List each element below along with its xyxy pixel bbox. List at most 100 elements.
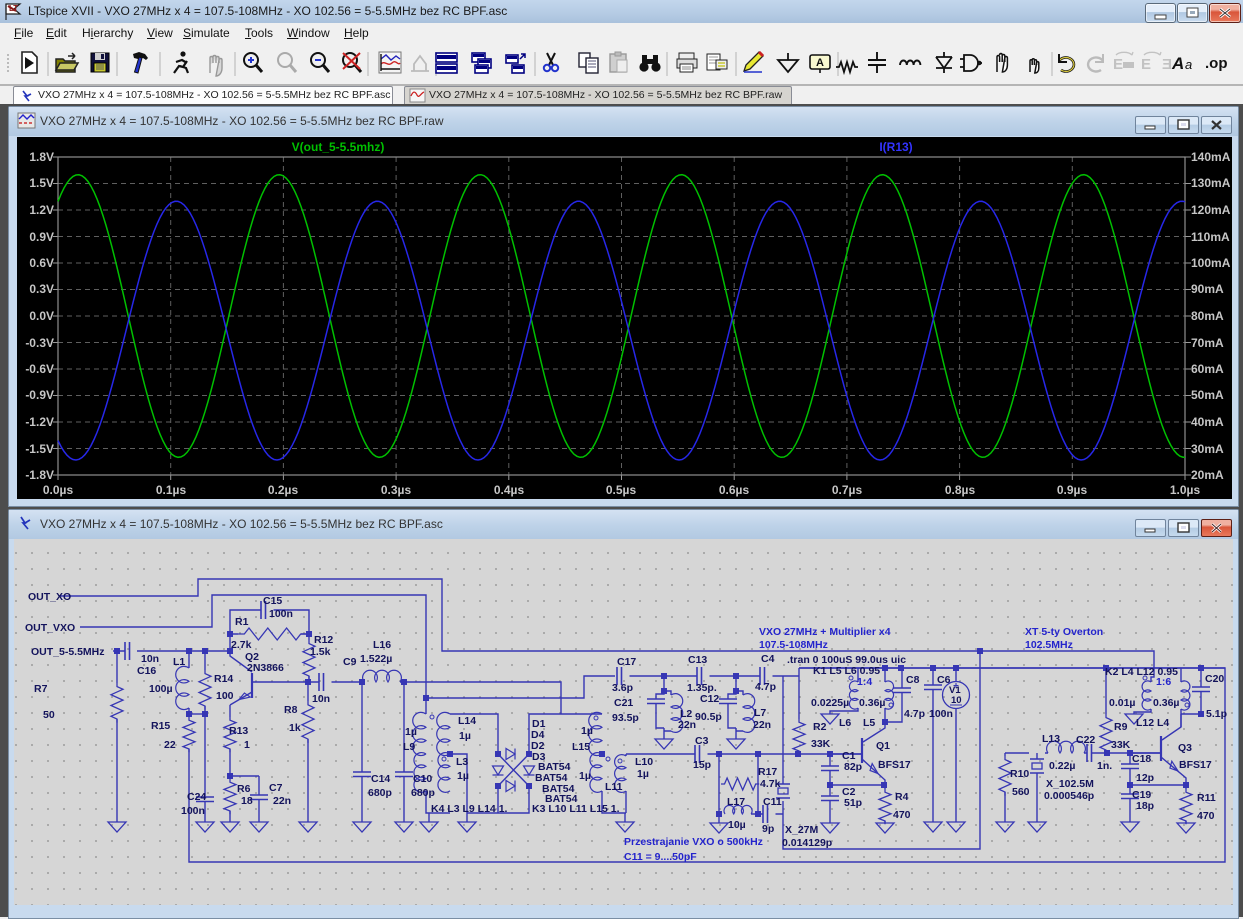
svg-text:100n: 100n [181, 805, 205, 817]
svg-text:C12: C12 [700, 693, 719, 705]
svg-text:L3: L3 [456, 756, 468, 768]
svg-text:K3 L10 L11 L15 1.: K3 L10 L11 L15 1. [532, 803, 620, 815]
svg-text:R12: R12 [314, 634, 333, 646]
svg-text:-0.3V: -0.3V [25, 336, 54, 350]
svg-text:90mA: 90mA [1191, 282, 1224, 296]
svg-text:C9: C9 [343, 656, 357, 668]
svg-text:OUT_XO: OUT_XO [28, 591, 71, 603]
svg-text:R10: R10 [1010, 768, 1029, 780]
svg-text:22n: 22n [678, 719, 696, 731]
svg-text:L1: L1 [173, 656, 185, 668]
svg-text:107.5-108MHz: 107.5-108MHz [759, 639, 828, 651]
svg-text:4.7p: 4.7p [755, 681, 776, 693]
svg-text:C24: C24 [187, 791, 206, 803]
svg-text:BFS17: BFS17 [1179, 759, 1212, 771]
svg-text:1.5k: 1.5k [310, 646, 331, 658]
svg-text:XT 5-ty Overton: XT 5-ty Overton [1025, 626, 1103, 638]
svg-text:1µ: 1µ [459, 730, 471, 742]
svg-text:1.0µs: 1.0µs [1170, 483, 1201, 497]
svg-text:OUT_5-5.5MHz: OUT_5-5.5MHz [31, 646, 105, 658]
svg-text:130mA: 130mA [1191, 176, 1231, 190]
svg-text:100n: 100n [929, 708, 953, 720]
svg-text:102.5MHz: 102.5MHz [1025, 639, 1073, 651]
svg-text:0.36µ: 0.36µ [1153, 697, 1180, 709]
svg-text:0.0µs: 0.0µs [43, 483, 74, 497]
svg-text:E: E [1141, 56, 1151, 73]
svg-text:10µ: 10µ [728, 819, 746, 831]
svg-text:C15: C15 [263, 595, 282, 607]
svg-text:0.2µs: 0.2µs [268, 483, 299, 497]
svg-text:0.5µs: 0.5µs [606, 483, 637, 497]
svg-text:22n: 22n [753, 719, 771, 731]
svg-text:L11: L11 [605, 781, 623, 793]
svg-text:L10: L10 [635, 756, 653, 768]
svg-text:100n: 100n [269, 608, 293, 620]
svg-text:0.8µs: 0.8µs [945, 483, 976, 497]
svg-text:1µ: 1µ [405, 726, 417, 738]
svg-text:70mA: 70mA [1191, 336, 1224, 350]
svg-text:0.000546p: 0.000546p [1044, 790, 1094, 802]
svg-text:33K: 33K [1111, 739, 1131, 751]
svg-text:OUT_VXO: OUT_VXO [25, 622, 75, 634]
svg-text:X_27M: X_27M [785, 824, 819, 836]
svg-text:R2: R2 [813, 721, 827, 733]
svg-text:C20: C20 [1205, 673, 1224, 685]
svg-text:C11 = 9....50pF: C11 = 9....50pF [624, 851, 697, 863]
svg-text:82p: 82p [844, 761, 862, 773]
svg-text:2N3866: 2N3866 [247, 662, 284, 674]
svg-text:3.6p: 3.6p [612, 682, 633, 694]
svg-text:50mA: 50mA [1191, 388, 1224, 402]
svg-text:L12 L4: L12 L4 [1136, 717, 1169, 729]
svg-text:100mA: 100mA [1191, 256, 1231, 270]
svg-text:140mA: 140mA [1191, 150, 1231, 164]
svg-text:0.014129p: 0.014129p [782, 837, 832, 849]
svg-text:0.01µ: 0.01µ [1109, 697, 1136, 709]
svg-text:C8: C8 [906, 674, 920, 686]
svg-text:L15: L15 [572, 741, 590, 753]
svg-text:L14: L14 [458, 715, 476, 727]
svg-text:C11: C11 [763, 796, 782, 808]
svg-text:C16: C16 [137, 665, 156, 677]
svg-text:L17: L17 [727, 796, 745, 808]
svg-text:C13: C13 [688, 654, 707, 666]
svg-text:1.5V: 1.5V [29, 176, 54, 190]
svg-text:0.0225µ: 0.0225µ [811, 697, 849, 709]
svg-text:100: 100 [216, 690, 234, 702]
svg-text:R8: R8 [284, 704, 298, 716]
svg-text:1k: 1k [289, 722, 301, 734]
svg-text:1µ: 1µ [637, 768, 649, 780]
svg-text:LT: LT [9, 4, 18, 13]
svg-text:1: 1 [244, 739, 250, 751]
svg-text:C18: C18 [1132, 753, 1151, 765]
svg-text:0.22µ: 0.22µ [1049, 760, 1076, 772]
svg-text:22n: 22n [273, 795, 291, 807]
svg-text:110mA: 110mA [1191, 230, 1230, 244]
svg-text:100µ: 100µ [149, 683, 173, 695]
svg-text:1n.: 1n. [1097, 760, 1112, 772]
svg-text:R14: R14 [214, 673, 233, 685]
svg-text:R13: R13 [229, 725, 248, 737]
svg-text:2.7k: 2.7k [231, 639, 252, 651]
svg-text:BFS17: BFS17 [878, 759, 911, 771]
svg-text:10: 10 [951, 695, 962, 706]
svg-text:1.522µ: 1.522µ [360, 653, 392, 665]
svg-text:I(R13): I(R13) [879, 140, 912, 154]
svg-text:4.7p: 4.7p [904, 708, 925, 720]
svg-text:R11: R11 [1197, 792, 1216, 804]
svg-text:.op: .op [1205, 55, 1228, 72]
svg-text:-0.6V: -0.6V [25, 362, 54, 376]
svg-text:A: A [816, 57, 824, 69]
svg-text:5.1p: 5.1p [1206, 708, 1227, 720]
svg-text:-0.9V: -0.9V [25, 388, 54, 402]
svg-text:R7: R7 [34, 683, 48, 695]
svg-text:18p: 18p [1136, 800, 1154, 812]
svg-text:1µ: 1µ [579, 770, 591, 782]
svg-text:a: a [1185, 57, 1192, 72]
svg-text:50: 50 [43, 709, 55, 721]
svg-text:0.0V: 0.0V [29, 309, 54, 323]
svg-text:0.3µs: 0.3µs [381, 483, 412, 497]
svg-text:E: E [1113, 56, 1123, 73]
svg-text:1.2V: 1.2V [29, 203, 54, 217]
svg-text:0.3V: 0.3V [29, 282, 54, 296]
svg-text:X_102.5M: X_102.5M [1046, 778, 1094, 790]
